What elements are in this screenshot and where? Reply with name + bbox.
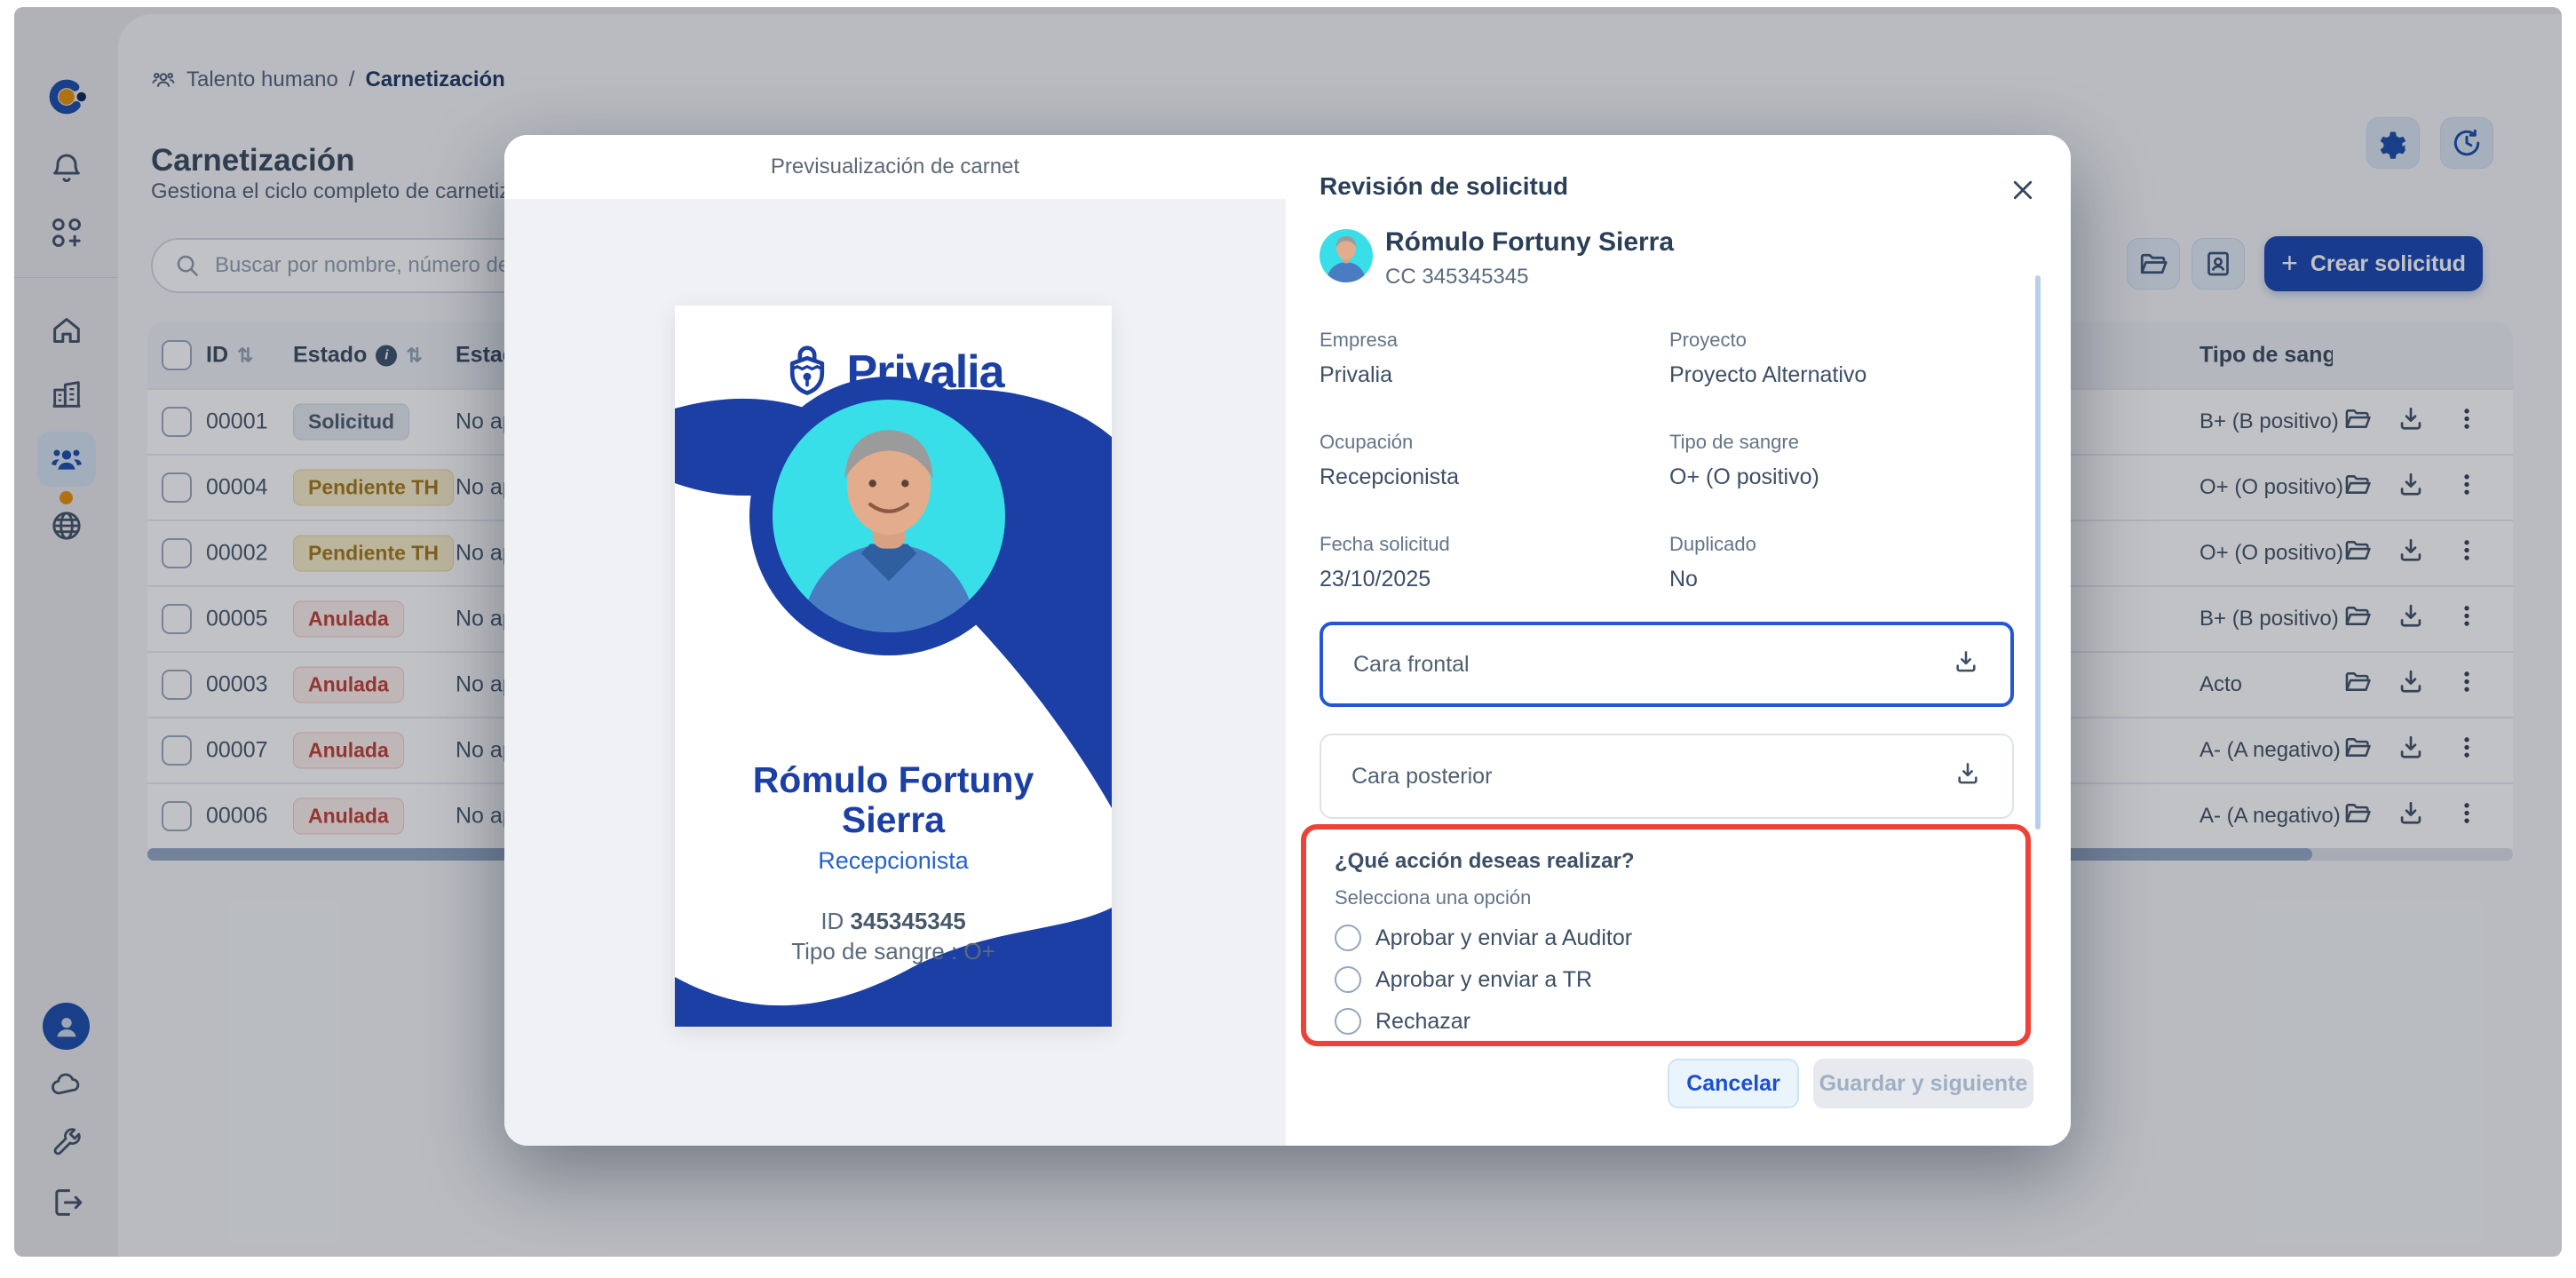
- action-options: Aprobar y enviar a Auditor Aprobar y env…: [1335, 925, 2001, 1035]
- radio-label: Rechazar: [1375, 1009, 1470, 1035]
- field-label: Empresa: [1320, 329, 1669, 352]
- card-employee-name: Rómulo Fortuny Sierra: [675, 760, 1112, 840]
- action-question: ¿Qué acción deseas realizar?: [1335, 849, 2001, 874]
- attachment-label: Cara frontal: [1353, 652, 1470, 678]
- action-selection-box: ¿Qué acción deseas realizar? Selecciona …: [1301, 824, 2031, 1046]
- field-label: Tipo de sangre: [1669, 431, 2012, 454]
- close-icon: [2009, 177, 2036, 203]
- review-pane: Revisión de solicitud Rómulo Fortuny Sie…: [1286, 135, 2071, 1146]
- attachment-front[interactable]: Cara frontal: [1320, 622, 2014, 707]
- field-label: Proyecto: [1669, 329, 2012, 352]
- person-document: CC 345345345: [1385, 265, 1528, 290]
- radio-button[interactable]: [1335, 966, 1361, 993]
- id-card: Privalia Rómulo Fortuny Sierra Recepcion…: [675, 306, 1112, 1027]
- person-photo: [773, 400, 1005, 632]
- preview-title: Previsualización de carnet: [504, 135, 1286, 199]
- action-option[interactable]: Aprobar y enviar a Auditor: [1335, 925, 2001, 951]
- radio-button[interactable]: [1335, 925, 1361, 951]
- field-value: O+ (O positivo): [1669, 464, 2012, 490]
- review-modal: Previsualización de carnet Privalia: [504, 135, 2071, 1146]
- attachment-back[interactable]: Cara posterior: [1320, 734, 2014, 819]
- download-icon[interactable]: [1952, 647, 1980, 682]
- detail-field: Duplicado No: [1669, 533, 2012, 592]
- card-role: Recepcionista: [675, 847, 1112, 875]
- card-photo: [749, 377, 1028, 655]
- field-value: 23/10/2025: [1320, 567, 1669, 592]
- download-icon[interactable]: [1954, 759, 1982, 794]
- field-value: Recepcionista: [1320, 464, 1669, 490]
- modal-title: Revisión de solicitud: [1320, 172, 1568, 201]
- field-label: Duplicado: [1669, 533, 2012, 556]
- person-name: Rómulo Fortuny Sierra: [1385, 227, 1674, 258]
- vertical-scrollbar-thumb[interactable]: [2035, 275, 2041, 830]
- radio-label: Aprobar y enviar a Auditor: [1375, 925, 1632, 951]
- detail-field: Ocupación Recepcionista: [1320, 431, 1669, 490]
- detail-field: Tipo de sangre O+ (O positivo): [1669, 431, 2012, 490]
- field-value: Privalia: [1320, 362, 1669, 388]
- action-option[interactable]: Rechazar: [1335, 1008, 2001, 1035]
- card-blood-type: Tipo de sangre : O+: [675, 938, 1112, 965]
- action-option[interactable]: Aprobar y enviar a TR: [1335, 966, 2001, 993]
- save-next-button[interactable]: Guardar y siguiente: [1813, 1059, 2033, 1108]
- cancel-button[interactable]: Cancelar: [1668, 1059, 1799, 1108]
- detail-fields: Empresa Privalia Proyecto Proyecto Alter…: [1320, 329, 2012, 592]
- person-avatar: [1320, 229, 1373, 282]
- detail-field: Empresa Privalia: [1320, 329, 1669, 388]
- detail-field: Proyecto Proyecto Alternativo: [1669, 329, 2012, 388]
- field-label: Ocupación: [1320, 431, 1669, 454]
- action-hint: Selecciona una opción: [1335, 886, 2001, 909]
- radio-button[interactable]: [1335, 1008, 1361, 1035]
- field-value: Proyecto Alternativo: [1669, 362, 2012, 388]
- attachment-label: Cara posterior: [1351, 764, 1492, 790]
- close-button[interactable]: [2007, 174, 2039, 206]
- detail-field: Fecha solicitud 23/10/2025: [1320, 533, 1669, 592]
- card-id-number: ID 345345345: [675, 908, 1112, 935]
- field-label: Fecha solicitud: [1320, 533, 1669, 556]
- carnet-preview-pane: Previsualización de carnet Privalia: [504, 135, 1286, 1146]
- field-value: No: [1669, 567, 2012, 592]
- radio-label: Aprobar y enviar a TR: [1375, 967, 1592, 993]
